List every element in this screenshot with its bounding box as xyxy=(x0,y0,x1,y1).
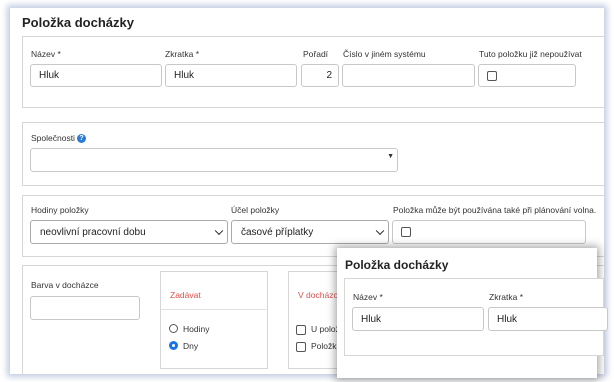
preview-panel: Název * Hluk Zkratka * Hluk xyxy=(344,278,608,356)
hodiny-label: Hodiny položky xyxy=(31,205,89,215)
basic-info-panel: Název * Hluk Zkratka * Hluk Pořadí 2 Čís… xyxy=(22,36,604,108)
barva-input[interactable] xyxy=(30,296,140,320)
vdochazce-checkbox-2[interactable] xyxy=(296,342,306,352)
preview-zkratka-input[interactable]: Hluk xyxy=(488,307,608,331)
vdochazce-checkbox-1[interactable] xyxy=(296,325,306,335)
radio-dny-label: Dny xyxy=(183,341,199,351)
page-title: Položka docházky xyxy=(22,15,134,30)
poradi-input[interactable]: 2 xyxy=(301,64,339,87)
preview-title: Položka docházky xyxy=(345,258,449,272)
ucel-label: Účel položky xyxy=(231,205,280,215)
companies-panel: Společnosti? ▼ xyxy=(22,122,604,186)
ucel-value: časové příplatky xyxy=(241,226,314,238)
zkratka-input[interactable]: Hluk xyxy=(165,64,297,87)
preview-nazev-label: Název * xyxy=(353,292,383,302)
radio-hodiny-label: Hodiny xyxy=(183,324,210,334)
caret-down-icon: ▼ xyxy=(387,153,394,160)
nepouzivat-field xyxy=(478,64,576,87)
zadavat-title: Zadávat xyxy=(170,290,201,300)
divider xyxy=(161,309,267,310)
hodiny-select[interactable]: neovlivní pracovní dobu xyxy=(30,220,228,244)
preview-nazev-input[interactable]: Hluk xyxy=(352,307,484,331)
radio-dny[interactable] xyxy=(169,341,178,350)
cislo-label: Číslo v jiném systému xyxy=(343,49,426,59)
hodiny-value: neovlivní pracovní dobu xyxy=(40,226,146,238)
nepouzivat-label: Tuto položku již nepoužívat xyxy=(479,49,582,59)
zadavat-group: Zadávat Hodiny Dny xyxy=(160,271,268,369)
barva-label: Barva v docházce xyxy=(31,280,99,290)
preview-zkratka-label: Zkratka * xyxy=(489,292,524,302)
radio-hodiny[interactable] xyxy=(169,324,178,333)
help-icon[interactable]: ? xyxy=(76,134,86,144)
spolecnosti-select[interactable]: ▼ xyxy=(30,148,398,172)
nazev-label: Název * xyxy=(31,49,61,59)
planovani-field xyxy=(392,220,586,244)
ucel-select[interactable]: časové příplatky xyxy=(231,220,389,244)
nepouzivat-checkbox[interactable] xyxy=(487,71,497,81)
spolecnosti-label: Společnosti? xyxy=(31,133,86,144)
zoomed-preview: Položka docházky Název * Hluk Zkratka * … xyxy=(337,248,608,378)
planovani-label: Položka může být používána také při plán… xyxy=(393,205,597,215)
chevron-down-icon xyxy=(375,226,385,236)
planovani-checkbox[interactable] xyxy=(401,227,411,237)
cislo-input[interactable] xyxy=(342,64,475,87)
vdochazce-title: V docházce xyxy=(298,290,343,300)
nazev-input[interactable]: Hluk xyxy=(30,64,162,87)
poradi-label: Pořadí xyxy=(303,49,329,59)
chevron-down-icon xyxy=(214,226,224,236)
zkratka-label: Zkratka * xyxy=(165,49,200,59)
